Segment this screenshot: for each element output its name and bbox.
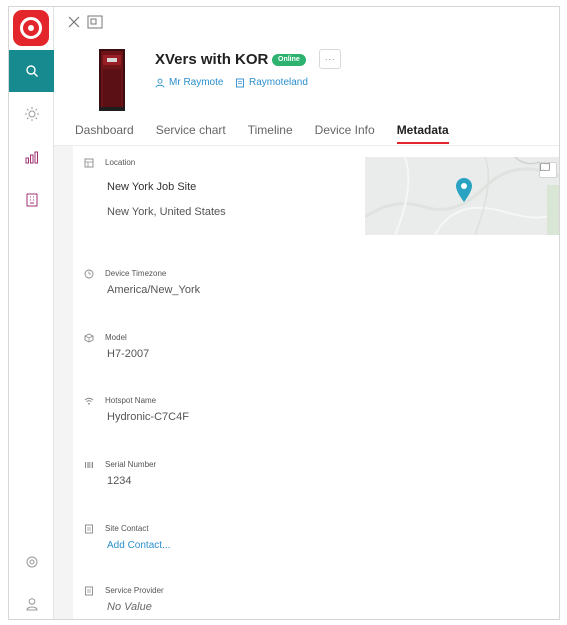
cube-icon <box>84 333 94 343</box>
timezone-label: Device Timezone <box>105 269 167 278</box>
owner-link[interactable]: Mr Raymote <box>155 77 223 88</box>
app-window: XVers with KOR Online ··· Mr Raymote Ray… <box>8 6 560 620</box>
service-provider-label: Service Provider <box>105 586 164 595</box>
timezone-value: America/New_York <box>107 284 201 296</box>
service-provider-value: No Value <box>107 601 152 613</box>
tab-device-info[interactable]: Device Info <box>315 121 375 145</box>
location-map[interactable] <box>365 157 559 235</box>
device-image <box>99 49 125 111</box>
hotspot-value: Hydronic-C7C4F <box>107 411 189 423</box>
owner-name: Mr Raymote <box>169 77 224 88</box>
more-options-button[interactable]: ··· <box>319 49 341 69</box>
document-icon <box>236 78 244 87</box>
search-icon <box>25 65 38 77</box>
location-name: Raymoteland <box>249 77 308 88</box>
user-icon <box>25 598 38 611</box>
serial-value: 1234 <box>107 475 132 487</box>
tab-metadata[interactable]: Metadata <box>396 121 449 145</box>
map-pin-icon <box>456 178 472 202</box>
sidebar-item-analytics[interactable] <box>9 136 54 178</box>
logo-ring-icon <box>20 17 42 39</box>
site-contact-label: Site Contact <box>105 524 149 533</box>
clock-icon <box>84 269 94 279</box>
wifi-icon <box>84 397 94 405</box>
sidebar-item-settings[interactable] <box>9 541 54 583</box>
status-badge: Online <box>272 54 306 66</box>
sidebar-item-user[interactable] <box>9 583 54 619</box>
building-icon <box>26 193 37 207</box>
sidebar-item-building[interactable] <box>9 179 54 221</box>
close-icon[interactable] <box>67 15 81 29</box>
barcode-icon <box>85 462 93 468</box>
sidebar <box>9 7 54 619</box>
model-label: Model <box>105 333 127 342</box>
sidebar-item-sun[interactable] <box>9 93 54 135</box>
location-link[interactable]: Raymoteland <box>235 77 308 88</box>
map-icon <box>540 163 550 171</box>
content-gutter <box>54 146 73 619</box>
location-grid-icon <box>84 158 94 168</box>
tab-divider <box>54 145 559 146</box>
provider-card-icon <box>85 586 93 596</box>
location-value: New York Job Site <box>107 181 197 193</box>
app-logo[interactable] <box>13 10 49 46</box>
sidebar-item-search[interactable] <box>9 50 54 92</box>
location-label: Location <box>105 158 136 167</box>
settings-icon <box>26 556 37 568</box>
analytics-icon <box>25 151 38 164</box>
sun-icon <box>24 107 39 121</box>
map-view-button[interactable] <box>539 162 557 178</box>
tab-timeline[interactable]: Timeline <box>248 121 293 145</box>
location-address: New York, United States <box>107 206 226 218</box>
tab-dashboard[interactable]: Dashboard <box>75 121 134 145</box>
hotspot-label: Hotspot Name <box>105 396 157 405</box>
device-title: XVers with KOR <box>155 51 269 68</box>
user-icon <box>155 78 165 88</box>
contact-card-icon <box>85 524 93 534</box>
tab-bar: Dashboard Service chart Timeline Device … <box>75 121 471 145</box>
serial-label: Serial Number <box>105 460 157 469</box>
model-value: H7-2007 <box>107 348 150 360</box>
add-contact-link[interactable]: Add Contact... <box>107 540 170 551</box>
tab-service-chart[interactable]: Service chart <box>156 121 226 145</box>
expand-icon[interactable] <box>87 15 103 29</box>
